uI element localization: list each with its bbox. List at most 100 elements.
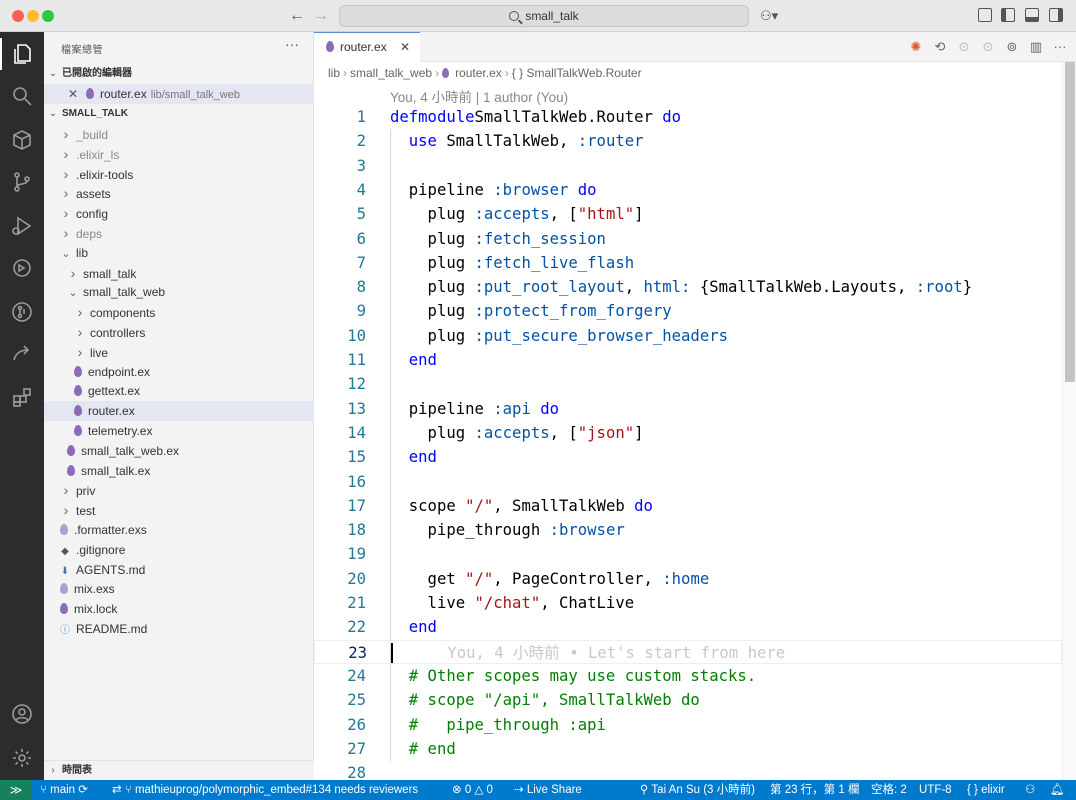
command-center-search[interactable]: small_talk xyxy=(339,5,749,27)
remote-indicator-icon[interactable]: ≫ xyxy=(0,780,32,800)
tree-item[interactable]: mix.lock xyxy=(44,599,314,619)
tree-item[interactable]: › .elixir-tools xyxy=(44,164,314,184)
account-icon[interactable] xyxy=(10,702,34,726)
breadcrumb-item-lib[interactable]: lib xyxy=(328,66,340,80)
pr-status[interactable]: ⇄ ⑂ mathieuprog/polymorphic_embed#134 ne… xyxy=(112,780,418,800)
more-actions-icon[interactable]: ··· xyxy=(285,36,299,52)
tree-item[interactable]: › priv xyxy=(44,480,314,500)
tree-item[interactable]: › controllers xyxy=(44,322,314,342)
code-line[interactable]: 23 You, 4 小時前 • Let's start from here xyxy=(314,639,1062,664)
tree-item[interactable]: ⌄ small_talk_web xyxy=(44,282,314,302)
tree-item[interactable]: › _build xyxy=(44,124,314,144)
timeline-header[interactable]: › 時間表 xyxy=(44,760,314,780)
git-graph-icon[interactable]: ⊚ xyxy=(1004,39,1020,55)
close-tab-icon[interactable]: ✕ xyxy=(400,33,410,62)
git-blame-status[interactable]: ⚲ Tai An Su (3 小時前) xyxy=(640,780,755,800)
code-line[interactable]: 20 get "/", PageController, :home xyxy=(314,567,1062,591)
code-line[interactable]: 8 plug :put_root_layout, html: {SmallTal… xyxy=(314,275,1062,299)
tree-item[interactable]: › live xyxy=(44,342,314,362)
problems-indicator[interactable]: ⊗ 0 △ 0 xyxy=(452,780,493,800)
claude-icon[interactable]: ✺ xyxy=(908,39,924,55)
code-line[interactable]: 16 xyxy=(314,470,1062,494)
run-debug-icon[interactable] xyxy=(10,214,34,238)
tree-item[interactable]: › deps xyxy=(44,223,314,243)
code-line[interactable]: 7 plug :fetch_live_flash xyxy=(314,251,1062,275)
code-line[interactable]: 22 end xyxy=(314,615,1062,639)
tree-item[interactable]: endpoint.ex xyxy=(44,362,314,382)
explorer-icon[interactable] xyxy=(10,42,34,66)
source-control-icon[interactable] xyxy=(10,170,34,194)
tree-item[interactable]: › test xyxy=(44,500,314,520)
language-mode[interactable]: { } elixir xyxy=(967,780,1005,800)
open-editor-item[interactable]: ✕ router.ex lib/small_talk_web xyxy=(44,84,314,104)
code-line[interactable]: 9 plug :protect_from_forgery xyxy=(314,299,1062,323)
breadcrumb-item-folder[interactable]: small_talk_web xyxy=(350,66,432,80)
code-line[interactable]: 11 end xyxy=(314,348,1062,372)
tree-item[interactable]: mix.exs xyxy=(44,579,314,599)
code-line[interactable]: 24 # Other scopes may use custom stacks. xyxy=(314,664,1062,688)
minimize-window-button[interactable] xyxy=(27,10,39,22)
back-arrow-icon[interactable]: ← xyxy=(289,6,305,26)
tree-item[interactable]: › components xyxy=(44,302,314,322)
tree-item[interactable]: ◆ .gitignore xyxy=(44,540,314,560)
settings-gear-icon[interactable] xyxy=(10,746,34,770)
code-line[interactable]: 14 plug :accepts, ["json"] xyxy=(314,421,1062,445)
remote-explorer-icon[interactable] xyxy=(10,256,34,280)
code-line[interactable]: 17 scope "/", SmallTalkWeb do xyxy=(314,494,1062,518)
code-line[interactable]: 21 live "/chat", ChatLive xyxy=(314,591,1062,615)
close-window-button[interactable] xyxy=(12,10,24,22)
code-line[interactable]: 12 xyxy=(314,372,1062,396)
code-line[interactable]: 25 # scope "/api", SmallTalkWeb do xyxy=(314,688,1062,712)
forward-arrow-icon[interactable]: → xyxy=(313,6,329,26)
search-icon[interactable] xyxy=(10,84,34,108)
tree-item[interactable]: › .elixir_ls xyxy=(44,144,314,164)
next-change-icon[interactable]: ⊙ xyxy=(980,39,996,55)
toggle-primary-sidebar-icon[interactable] xyxy=(1001,8,1015,22)
tree-item[interactable]: › assets xyxy=(44,183,314,203)
code-line[interactable]: 1 defmoduleSmallTalkWeb.Router do xyxy=(314,105,1062,129)
split-editor-icon[interactable]: ▥ xyxy=(1028,39,1044,55)
code-line[interactable]: 19 xyxy=(314,542,1062,566)
codelens-blame[interactable]: You, 4 小時前 | 1 author (You) xyxy=(390,86,568,106)
tree-item[interactable]: small_talk_web.ex xyxy=(44,441,314,461)
tree-item[interactable]: › small_talk xyxy=(44,263,314,283)
indentation-setting[interactable]: 空格: 2 xyxy=(871,780,907,800)
code-line[interactable]: 4 pipeline :browser do xyxy=(314,178,1062,202)
toggle-secondary-sidebar-icon[interactable] xyxy=(1049,8,1063,22)
vertical-scrollbar[interactable] xyxy=(1062,62,1076,780)
more-actions-icon[interactable]: ··· xyxy=(1052,39,1068,55)
cursor-position[interactable]: 第 23 行，第 1 欄 xyxy=(770,780,859,800)
tree-item[interactable]: ⌄ lib xyxy=(44,243,314,263)
scrollbar-thumb[interactable] xyxy=(1065,62,1075,382)
code-line[interactable]: 13 pipeline :api do xyxy=(314,397,1062,421)
tree-item[interactable]: ⓘ README.md xyxy=(44,619,314,639)
tree-item[interactable]: › config xyxy=(44,203,314,223)
encoding-setting[interactable]: UTF-8 xyxy=(919,780,952,800)
toggle-panel-icon[interactable] xyxy=(1025,8,1039,22)
breadcrumb-item-symbol[interactable]: { } SmallTalkWeb.Router xyxy=(512,66,642,80)
copilot-status-icon[interactable]: ⚇ xyxy=(1025,780,1035,800)
extensions-icon[interactable] xyxy=(10,386,34,410)
code-line[interactable]: 10 plug :put_secure_browser_headers xyxy=(314,324,1062,348)
live-share-icon[interactable] xyxy=(10,342,34,366)
code-line[interactable]: 15 end xyxy=(314,445,1062,469)
tree-item[interactable]: ⬇ AGENTS.md xyxy=(44,560,314,580)
code-line[interactable]: 6 plug :fetch_session xyxy=(314,227,1062,251)
tree-item[interactable]: .formatter.exs xyxy=(44,520,314,540)
open-editors-header[interactable]: ⌄ 已開啟的編輯器 xyxy=(44,64,314,84)
code-line[interactable]: 3 xyxy=(314,154,1062,178)
code-line[interactable]: 18 pipe_through :browser xyxy=(314,518,1062,542)
tree-item[interactable]: small_talk.ex xyxy=(44,461,314,481)
notifications-bell-icon[interactable]: 🔔︎ xyxy=(1050,780,1065,800)
code-line[interactable]: 26 # pipe_through :api xyxy=(314,713,1062,737)
code-line[interactable]: 5 plug :accepts, ["html"] xyxy=(314,202,1062,226)
breadcrumb-item-file[interactable]: router.ex xyxy=(455,66,502,80)
previous-change-icon[interactable]: ⊙ xyxy=(956,39,972,55)
close-editor-icon[interactable]: ✕ xyxy=(66,84,80,104)
tree-item[interactable]: telemetry.ex xyxy=(44,421,314,441)
pull-requests-icon[interactable] xyxy=(10,300,34,324)
zoom-window-button[interactable] xyxy=(42,10,54,22)
branch-indicator[interactable]: ⑂ main ⟳ xyxy=(40,780,88,800)
tab-router-ex[interactable]: router.ex ✕ xyxy=(314,32,420,62)
code-line[interactable]: 27 # end xyxy=(314,737,1062,761)
